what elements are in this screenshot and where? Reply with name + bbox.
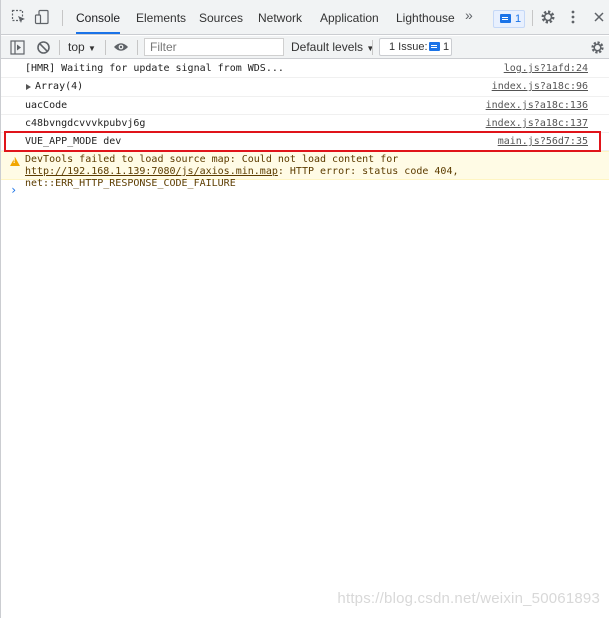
toolbar-divider [372, 40, 373, 55]
more-tabs-icon[interactable]: » [465, 7, 473, 31]
tab-network[interactable]: Network [258, 10, 302, 34]
highlight-box [4, 131, 601, 152]
message-text[interactable]: Array(4) [35, 81, 83, 92]
toolbar-divider [105, 40, 106, 55]
message-text: c48bvngdcvvvkpubvj6g [25, 118, 146, 129]
settings-gear-icon[interactable] [540, 9, 556, 25]
tab-console[interactable]: Console [76, 10, 121, 34]
issues-label: 1 Issue: [389, 41, 428, 53]
log-levels-label: Default levels [291, 40, 364, 54]
messages-badge-count: 1 [515, 13, 522, 25]
issue-flag-icon [429, 42, 440, 51]
console-prompt-icon[interactable]: › [10, 183, 17, 197]
message-text: [HMR] Waiting for update signal from WDS… [25, 63, 284, 74]
chevron-down-icon: ▼ [366, 44, 375, 53]
warning-message: DevTools failed to load source map: Coul… [1, 151, 609, 189]
context-selector-label: top [68, 40, 85, 54]
console-message: uacCode index.js?a18c:136 [1, 97, 609, 115]
expand-triangle-icon[interactable] [26, 84, 31, 90]
inspect-element-icon[interactable] [11, 9, 27, 25]
toolbar-divider [532, 10, 533, 26]
message-text: uacCode [25, 100, 68, 111]
tab-sources[interactable]: Sources [199, 10, 243, 34]
watermark: https://blog.csdn.net/weixin_50061893 [337, 590, 600, 607]
console-message: [HMR] Waiting for update signal from WDS… [1, 60, 609, 78]
clear-console-icon[interactable] [36, 40, 51, 58]
message-icon [500, 14, 511, 23]
live-expression-eye-icon[interactable] [113, 41, 129, 56]
message-source-link[interactable]: index.js?a18c:137 [486, 118, 588, 129]
source-map-url-link[interactable]: http://192.168.1.139:7080/js/axios.min.m… [25, 166, 278, 177]
chevron-down-icon: ▼ [88, 44, 96, 53]
issues-button[interactable]: 1 Issue: 1 [379, 38, 452, 56]
toolbar-divider [59, 40, 60, 55]
toolbar-divider [62, 10, 63, 26]
console-messages: [HMR] Waiting for update signal from WDS… [1, 60, 609, 189]
sidebar-toggle-icon[interactable] [10, 40, 25, 58]
warning-prefix: DevTools failed to load source map: Coul… [25, 154, 399, 165]
tab-elements[interactable]: Elements [136, 10, 186, 34]
tab-application[interactable]: Application [320, 10, 379, 34]
message-source-link[interactable]: index.js?a18c:136 [486, 100, 588, 111]
issues-count: 1 [443, 41, 450, 53]
toolbar-divider [137, 40, 138, 55]
close-icon[interactable] [591, 9, 607, 25]
warning-icon [10, 157, 20, 166]
filter-input[interactable] [144, 38, 284, 56]
console-settings-gear-icon[interactable] [590, 40, 605, 58]
context-selector[interactable]: top ▼ [68, 40, 96, 56]
warning-text: DevTools failed to load source map: Coul… [25, 154, 591, 190]
console-message[interactable]: Array(4) index.js?a18c:96 [1, 78, 609, 97]
device-toolbar-icon[interactable] [34, 9, 50, 25]
log-levels-dropdown[interactable]: Default levels ▼ [291, 40, 374, 56]
devtools-tab-bar: Console Elements Sources Network Applica… [1, 0, 609, 35]
message-source-link[interactable]: index.js?a18c:96 [492, 81, 588, 92]
more-options-icon[interactable] [565, 9, 581, 25]
messages-badge[interactable]: 1 [493, 10, 525, 28]
tab-lighthouse[interactable]: Lighthouse [396, 10, 455, 34]
console-toolbar: top ▼ Default levels ▼ 1 Issue: 1 [1, 36, 609, 59]
message-source-link[interactable]: log.js?1afd:24 [504, 63, 588, 74]
devtools-window: Console Elements Sources Network Applica… [0, 0, 609, 618]
